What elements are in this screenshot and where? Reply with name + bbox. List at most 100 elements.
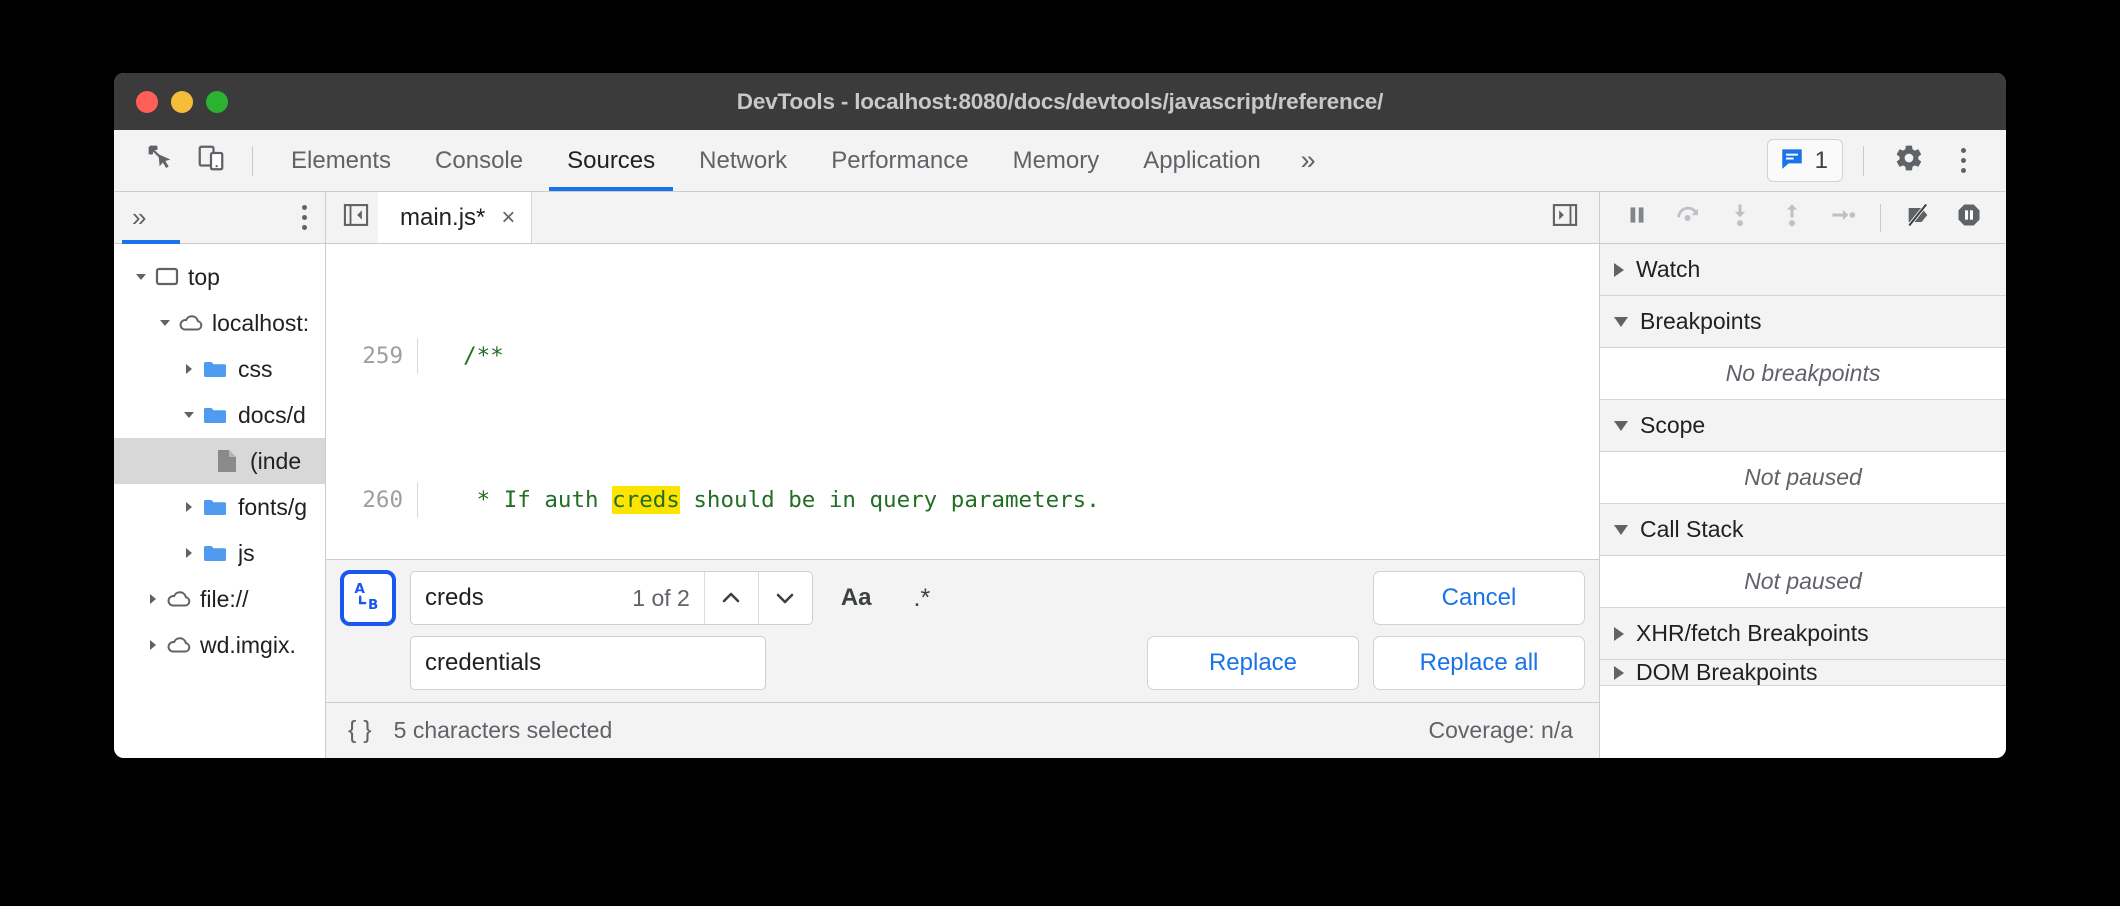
- close-icon[interactable]: ×: [501, 206, 515, 230]
- tree-item-docs[interactable]: docs/d: [114, 392, 325, 438]
- inspect-element-icon: [146, 143, 176, 178]
- tree-item-localhost[interactable]: localhost:: [114, 300, 325, 346]
- tab-sources[interactable]: Sources: [545, 130, 677, 191]
- section-title: Call Stack: [1640, 516, 1744, 543]
- call-stack-empty-state: Not paused: [1600, 556, 2006, 608]
- selection-status: 5 characters selected: [394, 717, 613, 744]
- cloud-icon: [166, 635, 192, 655]
- tree-item-label: file://: [200, 586, 249, 613]
- devtools-main-toolbar: Elements Console Sources Network Perform…: [114, 130, 2006, 192]
- tab-console[interactable]: Console: [413, 130, 545, 191]
- chevron-down-icon[interactable]: [176, 407, 202, 423]
- next-match-button[interactable]: [758, 572, 812, 624]
- code-editor[interactable]: 259 /** 260 * If auth creds should be in…: [326, 244, 1599, 559]
- minimize-window-button[interactable]: [171, 91, 193, 113]
- tab-memory[interactable]: Memory: [991, 130, 1122, 191]
- editor-statusbar: { } 5 characters selected Coverage: n/a: [326, 702, 1599, 758]
- section-header-call-stack[interactable]: Call Stack: [1600, 504, 2006, 556]
- section-header-scope[interactable]: Scope: [1600, 400, 2006, 452]
- tree-item-js[interactable]: js: [114, 530, 325, 576]
- chevron-right-icon[interactable]: [176, 499, 202, 515]
- tree-item-file-protocol[interactable]: file://: [114, 576, 325, 622]
- step-button[interactable]: [1820, 197, 1866, 239]
- devtools-menu-button[interactable]: [1938, 139, 1988, 183]
- search-input[interactable]: [411, 572, 618, 624]
- chevron-down-icon[interactable]: [128, 269, 154, 285]
- section-header-dom-breakpoints[interactable]: DOM Breakpoints: [1600, 660, 2006, 686]
- device-toolbar-button[interactable]: [186, 139, 236, 183]
- find-row: A B 1 of 2: [340, 570, 1585, 626]
- frame-icon: [154, 266, 180, 288]
- tab-network[interactable]: Network: [677, 130, 809, 191]
- gear-icon: [1894, 143, 1924, 178]
- coverage-status: Coverage: n/a: [1429, 717, 1573, 744]
- cloud-icon: [166, 589, 192, 609]
- step-over-button[interactable]: [1666, 197, 1712, 239]
- match-case-button[interactable]: Aa: [827, 578, 886, 618]
- replace-input[interactable]: [411, 637, 765, 689]
- devtools-body: » top: [114, 192, 2006, 758]
- pause-resume-script-button[interactable]: [1614, 197, 1660, 239]
- replace-all-button[interactable]: Replace all: [1373, 636, 1585, 690]
- debugger-toolbar: [1600, 192, 2006, 244]
- pause-on-exceptions-button[interactable]: [1946, 197, 1992, 239]
- regex-button[interactable]: .*: [900, 578, 945, 619]
- section-header-breakpoints[interactable]: Breakpoints: [1600, 296, 2006, 348]
- chevron-right-icon[interactable]: [176, 545, 202, 561]
- cancel-button[interactable]: Cancel: [1373, 571, 1585, 625]
- tree-item-css[interactable]: css: [114, 346, 325, 392]
- tree-item-fonts[interactable]: fonts/g: [114, 484, 325, 530]
- replace-button[interactable]: Replace: [1147, 636, 1359, 690]
- step-into-button[interactable]: [1717, 197, 1763, 239]
- previous-match-button[interactable]: [704, 572, 758, 624]
- inspect-element-button[interactable]: [136, 139, 186, 183]
- toggle-replace-button[interactable]: A B: [340, 570, 396, 626]
- section-header-xhr-breakpoints[interactable]: XHR/fetch Breakpoints: [1600, 608, 2006, 660]
- pretty-print-braces-icon[interactable]: { }: [348, 716, 372, 745]
- console-messages-button[interactable]: 1: [1767, 139, 1843, 182]
- section-header-watch[interactable]: Watch: [1600, 244, 2006, 296]
- tab-application[interactable]: Application: [1121, 130, 1282, 191]
- close-window-button[interactable]: [136, 91, 158, 113]
- show-debugger-button[interactable]: [1543, 198, 1587, 238]
- replace-input-wrapper[interactable]: [410, 636, 766, 690]
- chevron-down-icon: [1614, 525, 1628, 535]
- tree-item-top[interactable]: top: [114, 254, 325, 300]
- chevron-down-icon[interactable]: [152, 315, 178, 331]
- chevron-right-icon[interactable]: [176, 361, 202, 377]
- screenshot-root: DevTools - localhost:8080/docs/devtools/…: [0, 0, 2120, 906]
- tab-elements[interactable]: Elements: [269, 130, 413, 191]
- svg-text:A: A: [355, 582, 366, 597]
- navigator-menu-button[interactable]: [298, 201, 311, 234]
- settings-button[interactable]: [1884, 139, 1934, 183]
- chevron-right-icon[interactable]: [140, 637, 166, 653]
- tree-item-index[interactable]: (inde: [114, 438, 325, 484]
- file-tab-label: main.js*: [400, 204, 485, 232]
- tree-item-wd-imgix[interactable]: wd.imgix.: [114, 622, 325, 668]
- cloud-icon: [178, 313, 204, 333]
- file-tab-main-js[interactable]: main.js* ×: [378, 192, 532, 243]
- find-input-wrapper[interactable]: 1 of 2: [410, 571, 813, 625]
- chevron-double-right-icon: »: [1301, 145, 1316, 176]
- section-title: Scope: [1640, 412, 1705, 439]
- tab-label: Performance: [831, 147, 968, 175]
- navigator-more-tabs-button[interactable]: »: [132, 202, 146, 233]
- find-replace-bar: A B 1 of 2: [326, 559, 1599, 702]
- code-content: 259 /** 260 * If auth creds should be in…: [326, 244, 1599, 559]
- tree-item-label: js: [238, 540, 255, 567]
- editor-pane: main.js* ×: [326, 192, 1600, 758]
- deactivate-breakpoints-button[interactable]: [1895, 197, 1941, 239]
- code-comment: /**: [436, 343, 504, 369]
- tab-performance[interactable]: Performance: [809, 130, 990, 191]
- window-titlebar: DevTools - localhost:8080/docs/devtools/…: [114, 73, 2006, 130]
- zoom-window-button[interactable]: [206, 91, 228, 113]
- editor-tabstrip: main.js* ×: [326, 192, 1599, 244]
- section-title: Watch: [1636, 256, 1700, 283]
- section-title: Breakpoints: [1640, 308, 1761, 335]
- more-panels-button[interactable]: »: [1283, 130, 1334, 191]
- step-out-button[interactable]: [1769, 197, 1815, 239]
- tree-item-label: wd.imgix.: [200, 632, 296, 659]
- show-navigator-button[interactable]: [334, 198, 378, 238]
- chevron-right-icon[interactable]: [140, 591, 166, 607]
- code-line: 260 * If auth creds should be in query p…: [326, 482, 1599, 518]
